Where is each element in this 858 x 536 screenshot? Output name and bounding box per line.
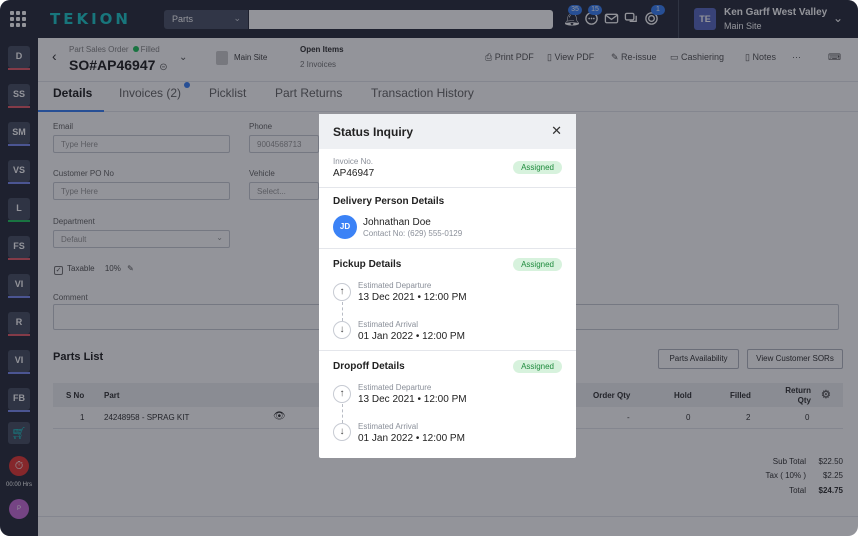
status-badge: Assigned xyxy=(513,360,562,373)
divider xyxy=(319,187,576,188)
arrival-time: 01 Jan 2022 • 12:00 PM xyxy=(358,331,465,342)
modal-title: Status Inquiry xyxy=(333,125,414,139)
person-contact: Contact No: (629) 555-0129 xyxy=(363,229,463,238)
departure-label: Estimated Departure xyxy=(358,281,432,290)
close-icon[interactable]: ✕ xyxy=(551,123,562,139)
divider xyxy=(319,248,576,249)
arrow-up-icon: ↑ xyxy=(333,385,351,403)
arrow-down-icon: ↓ xyxy=(333,321,351,339)
departure-time: 13 Dec 2021 • 12:00 PM xyxy=(358,292,467,303)
arrival-time: 01 Jan 2022 • 12:00 PM xyxy=(358,433,465,444)
modal-header: Status Inquiry ✕ xyxy=(319,114,576,149)
arrow-down-icon: ↓ xyxy=(333,423,351,441)
arrival-label: Estimated Arrival xyxy=(358,320,419,329)
timeline-connector xyxy=(342,404,343,423)
dropoff-section-title: Dropoff Details xyxy=(333,361,405,372)
timeline-connector xyxy=(342,302,343,321)
departure-time: 13 Dec 2021 • 12:00 PM xyxy=(358,394,467,405)
avatar: JD xyxy=(333,215,357,239)
invoice-number: AP46947 xyxy=(333,168,375,179)
app-window: TEKION Parts ⌄ 🔔︎ 35 15 1 TE Ken Garff We… xyxy=(0,0,858,536)
divider xyxy=(319,350,576,351)
status-badge: Assigned xyxy=(513,258,562,271)
status-badge: Assigned xyxy=(513,161,562,174)
status-inquiry-modal: Status Inquiry ✕ Invoice No. AP46947 Ass… xyxy=(319,114,576,458)
departure-label: Estimated Departure xyxy=(358,383,432,392)
pickup-section-title: Pickup Details xyxy=(333,259,402,270)
arrow-up-icon: ↑ xyxy=(333,283,351,301)
invoice-label: Invoice No. xyxy=(333,157,374,166)
arrival-label: Estimated Arrival xyxy=(358,422,419,431)
delivery-section-title: Delivery Person Details xyxy=(333,196,445,207)
person-name: Johnathan Doe xyxy=(363,217,431,228)
